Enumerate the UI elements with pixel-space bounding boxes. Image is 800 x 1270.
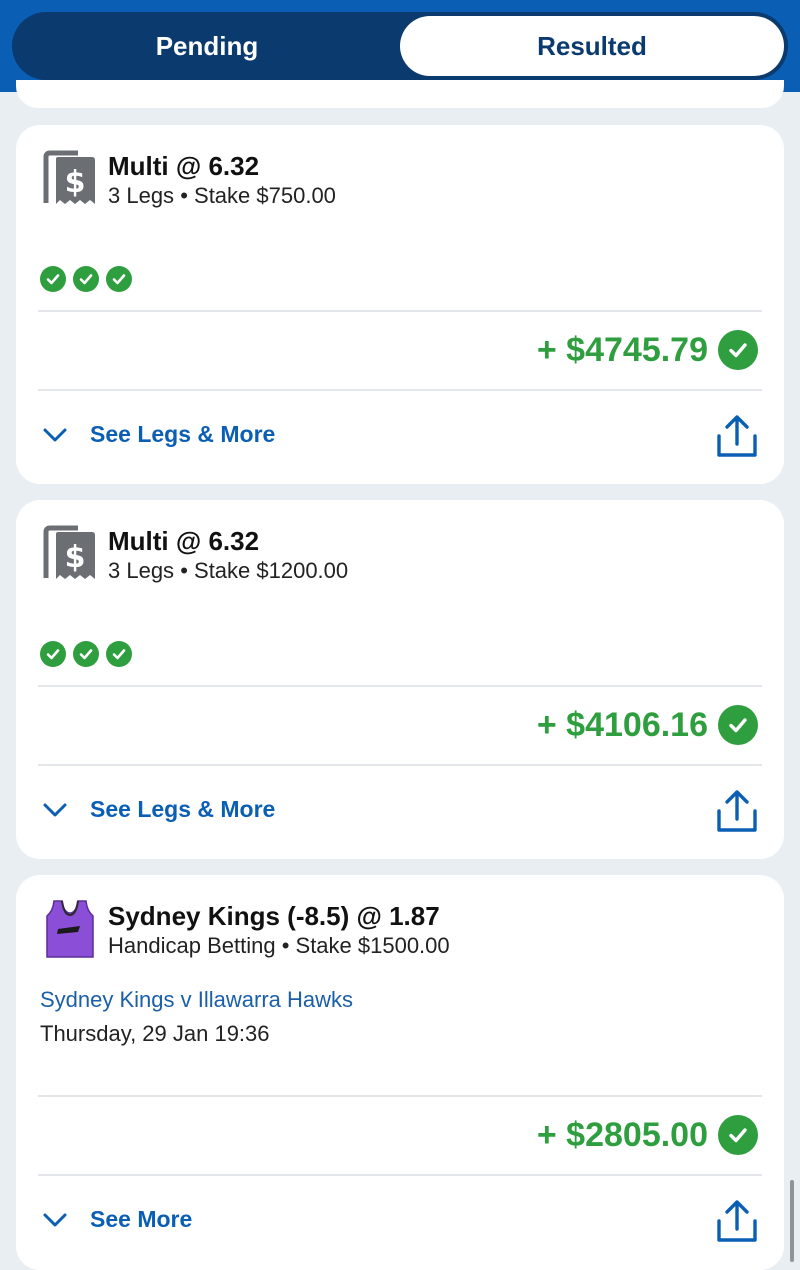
chevron-down-icon bbox=[43, 428, 67, 441]
won-check-icon bbox=[718, 705, 758, 745]
leg-won-check-icon bbox=[106, 266, 132, 292]
payout: + $4106.16 bbox=[537, 705, 758, 745]
see-more-button[interactable]: See More bbox=[42, 1206, 192, 1233]
divider bbox=[38, 764, 762, 766]
see-more-label: See More bbox=[90, 1206, 193, 1232]
multi-receipt-icon: $ bbox=[43, 525, 95, 579]
separator-dot: • bbox=[180, 183, 188, 208]
payout: + $4745.79 bbox=[537, 330, 758, 370]
share-icon[interactable] bbox=[716, 414, 758, 458]
results-header: Pending Resulted bbox=[0, 0, 800, 92]
bet-subtitle: 3 Legs • Stake $750.00 bbox=[108, 183, 336, 209]
stake-amount: Stake $750.00 bbox=[194, 183, 336, 208]
bet-subtitle: 3 Legs • Stake $1200.00 bbox=[108, 558, 348, 584]
match-link[interactable]: Sydney Kings v Illawarra Hawks bbox=[40, 987, 353, 1013]
see-legs-more-button[interactable]: See Legs & More bbox=[42, 796, 275, 823]
leg-won-check-icon bbox=[40, 266, 66, 292]
stake-amount: Stake $1200.00 bbox=[194, 558, 349, 583]
payout-amount: + $4106.16 bbox=[536, 705, 708, 744]
see-legs-more-label: See Legs & More bbox=[90, 796, 276, 822]
bet-title: Multi @ 6.32 bbox=[108, 151, 260, 181]
leg-results bbox=[40, 266, 132, 292]
leg-won-check-icon bbox=[73, 266, 99, 292]
share-icon[interactable] bbox=[716, 1199, 758, 1243]
share-icon[interactable] bbox=[716, 789, 758, 833]
won-check-icon bbox=[718, 330, 758, 370]
leg-won-check-icon bbox=[73, 641, 99, 667]
bet-card: Sydney Kings (-8.5) @ 1.87 Handicap Bett… bbox=[16, 875, 784, 1270]
divider bbox=[38, 389, 762, 391]
chevron-down-icon bbox=[43, 803, 67, 816]
separator-dot: • bbox=[281, 933, 290, 958]
payout-amount: + $4745.79 bbox=[536, 330, 708, 369]
won-check-icon bbox=[718, 1115, 758, 1155]
leg-won-check-icon bbox=[106, 641, 132, 667]
scrollbar[interactable] bbox=[790, 1180, 794, 1262]
leg-results bbox=[40, 641, 132, 667]
divider bbox=[38, 310, 762, 312]
svg-text:$: $ bbox=[65, 540, 86, 575]
multi-receipt-icon: $ bbox=[43, 150, 95, 204]
bet-card: $ Multi @ 6.32 3 Legs • Stake $750.00 + … bbox=[16, 125, 784, 484]
market-name: Handicap Betting bbox=[108, 933, 276, 958]
bet-subtitle: Handicap Betting • Stake $1500.00 bbox=[108, 933, 450, 959]
stake-amount: Stake $1500.00 bbox=[295, 933, 450, 958]
bet-title: Sydney Kings (-8.5) @ 1.87 bbox=[108, 901, 440, 931]
svg-text:$: $ bbox=[65, 165, 86, 200]
tab-pending[interactable]: Pending bbox=[16, 16, 398, 76]
match-date: Thursday, 29 Jan 19:36 bbox=[40, 1021, 270, 1046]
bet-card-header: $ Multi @ 6.32 3 Legs • Stake $750.00 bbox=[40, 149, 760, 209]
jersey-icon bbox=[46, 900, 94, 958]
bet-title: Multi @ 6.32 bbox=[108, 526, 260, 556]
previous-bet-card-edge bbox=[16, 80, 784, 108]
leg-won-check-icon bbox=[40, 641, 66, 667]
bet-card-header: Sydney Kings (-8.5) @ 1.87 Handicap Bett… bbox=[40, 899, 760, 959]
legs-count: 3 Legs bbox=[108, 558, 175, 583]
divider bbox=[38, 1174, 762, 1176]
chevron-down-icon bbox=[43, 1213, 67, 1226]
bet-status-segmented-control: Pending Resulted bbox=[12, 12, 788, 80]
bet-card: $ Multi @ 6.32 3 Legs • Stake $1200.00 +… bbox=[16, 500, 784, 859]
divider bbox=[38, 1095, 762, 1097]
legs-count: 3 Legs bbox=[108, 183, 175, 208]
see-legs-more-button[interactable]: See Legs & More bbox=[42, 421, 275, 448]
payout-amount: + $2805.00 bbox=[536, 1115, 708, 1154]
separator-dot: • bbox=[180, 558, 188, 583]
divider bbox=[38, 685, 762, 687]
see-legs-more-label: See Legs & More bbox=[90, 421, 276, 447]
tab-resulted[interactable]: Resulted bbox=[400, 16, 784, 76]
payout: + $2805.00 bbox=[537, 1115, 758, 1155]
bet-card-header: $ Multi @ 6.32 3 Legs • Stake $1200.00 bbox=[40, 524, 760, 584]
